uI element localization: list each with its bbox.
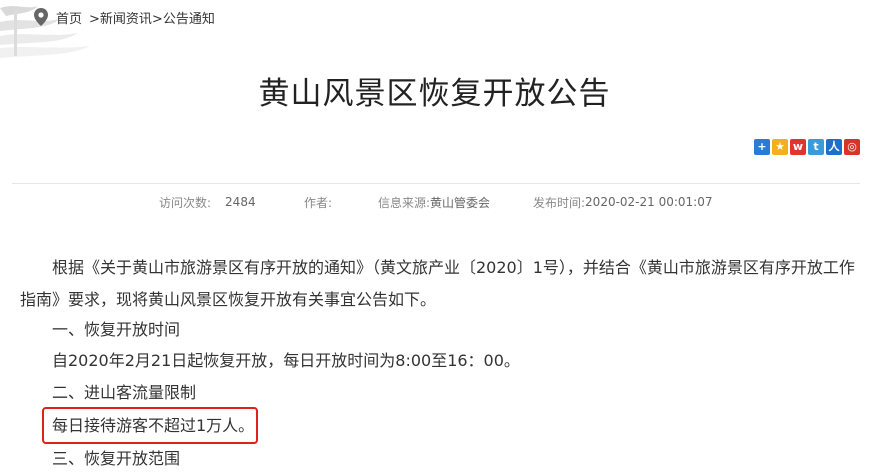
header-divider bbox=[12, 183, 860, 184]
section3-heading: 三、恢复开放范围 bbox=[52, 449, 181, 468]
share-plus-icon[interactable]: + bbox=[754, 139, 770, 155]
weibo-icon[interactable]: w bbox=[790, 139, 806, 155]
tencent-weibo-icon[interactable]: t bbox=[808, 139, 824, 155]
section2-text: 每日接待游客不超过1万人。 bbox=[52, 416, 255, 435]
location-pin-icon bbox=[34, 8, 48, 26]
visits-value: 2484 bbox=[225, 195, 256, 209]
source-meta: 信息来源: 黄山管委会 bbox=[378, 194, 490, 210]
page-title: 黄山风景区恢复开放公告 bbox=[258, 76, 611, 112]
share-toolbar: + ★ w t 人 ◎ bbox=[754, 139, 860, 155]
article-body: 根据《关于黄山市旅游景区有序开放的通知》（黄文旅产业〔2020〕1号），并结合《… bbox=[20, 252, 855, 316]
published-value: 2020-02-21 00:01:07 bbox=[585, 195, 713, 209]
published-label: 发布时间: bbox=[533, 195, 586, 210]
source-value: 黄山管委会 bbox=[430, 195, 491, 210]
intro-paragraph: 根据《关于黄山市旅游景区有序开放的通知》（黄文旅产业〔2020〕1号），并结合《… bbox=[20, 258, 855, 309]
breadcrumb-home-link[interactable]: 首页 bbox=[56, 8, 82, 27]
breadcrumb-news-link[interactable]: >新闻资讯 bbox=[89, 8, 152, 27]
source-label: 信息来源: bbox=[378, 195, 431, 210]
section1-heading: 一、恢复开放时间 bbox=[52, 320, 181, 339]
visits-meta: 访问次数: 2484 bbox=[159, 194, 256, 210]
author-meta: 作者: bbox=[304, 194, 332, 210]
visits-label: 访问次数: bbox=[159, 195, 212, 210]
breadcrumb-notice-link[interactable]: >公告通知 bbox=[152, 8, 215, 27]
renren-icon[interactable]: 人 bbox=[826, 139, 842, 155]
section2-heading: 二、进山客流量限制 bbox=[52, 383, 197, 402]
author-label: 作者: bbox=[304, 195, 333, 210]
breadcrumb: 首页 >新闻资讯 >公告通知 bbox=[34, 7, 215, 27]
more-share-icon[interactable]: ◎ bbox=[844, 139, 860, 155]
qzone-icon[interactable]: ★ bbox=[772, 139, 788, 155]
section1-text: 自2020年2月21日起恢复开放，每日开放时间为8:00至16：00。 bbox=[52, 351, 520, 370]
published-meta: 发布时间: 2020-02-21 00:01:07 bbox=[533, 194, 713, 210]
